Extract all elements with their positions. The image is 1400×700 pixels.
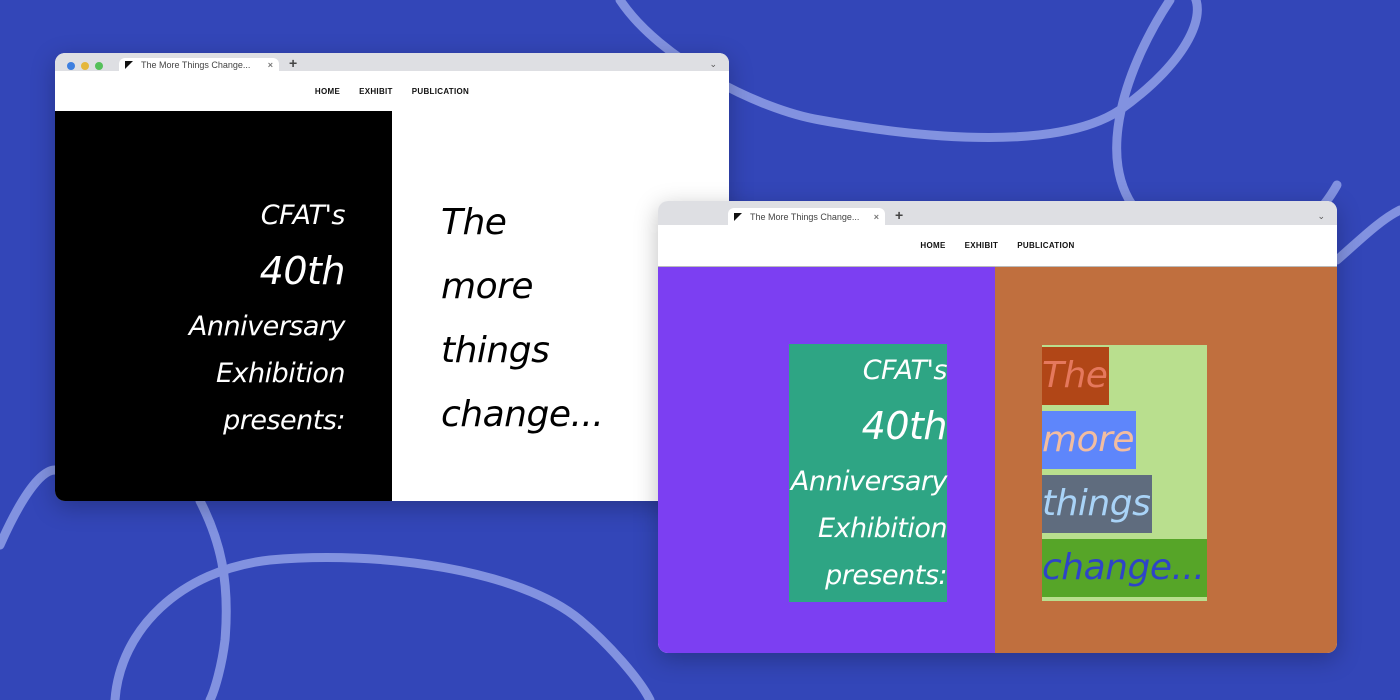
hero-left-pane: CFAT's 40th Anniversary Exhibition prese…: [658, 267, 995, 653]
chevron-down-icon[interactable]: ⌄: [709, 59, 717, 70]
close-window-button[interactable]: [67, 62, 75, 70]
tab-title: The More Things Change...: [750, 211, 860, 222]
window-controls: [67, 62, 103, 70]
minimize-window-button[interactable]: [81, 62, 89, 70]
browser-chrome: The More Things Change... × + ⌄: [658, 201, 1337, 225]
nav-home[interactable]: HOME: [920, 241, 945, 250]
browser-window-original: The More Things Change... × + ⌄ HOME EXH…: [55, 53, 729, 501]
presents-line-big: 40th: [259, 249, 346, 293]
title-line: The: [1042, 347, 1110, 405]
exhibit-title: The more things change...: [441, 191, 604, 447]
nav-home[interactable]: HOME: [315, 87, 340, 96]
presents-line: CFAT's: [260, 200, 346, 231]
presents-line: Anniversary: [790, 466, 948, 497]
close-tab-icon[interactable]: ×: [268, 60, 273, 70]
title-line: things: [441, 330, 550, 371]
maximize-window-button[interactable]: [95, 62, 103, 70]
presents-line: Exhibition: [817, 513, 948, 544]
browser-chrome: The More Things Change... × + ⌄: [55, 53, 729, 71]
browser-tab[interactable]: The More Things Change... ×: [119, 58, 279, 71]
hero-right-pane: The more things change...: [995, 267, 1337, 653]
presents-line: presents:: [825, 560, 947, 591]
title-line: change...: [1042, 539, 1207, 597]
close-tab-icon[interactable]: ×: [874, 212, 879, 222]
favicon-icon: [125, 60, 133, 69]
site-nav: HOME EXHIBIT PUBLICATION: [658, 225, 1337, 265]
hero-content: [55, 111, 729, 501]
browser-tab[interactable]: The More Things Change... ×: [728, 208, 885, 225]
browser-window-debug: The More Things Change... × + ⌄ HOME EXH…: [658, 201, 1337, 653]
chevron-down-icon[interactable]: ⌄: [1317, 211, 1325, 222]
title-line: more: [441, 266, 534, 307]
presents-line: Anniversary: [188, 311, 346, 342]
new-tab-icon[interactable]: +: [895, 207, 903, 223]
presents-text: CFAT's 40th Anniversary Exhibition prese…: [747, 347, 948, 599]
new-tab-icon[interactable]: +: [289, 55, 297, 71]
tab-title: The More Things Change...: [141, 59, 251, 70]
presents-line: presents:: [223, 405, 345, 436]
nav-exhibit[interactable]: EXHIBIT: [359, 87, 393, 96]
nav-exhibit[interactable]: EXHIBIT: [965, 241, 999, 250]
presents-line-big: 40th: [861, 404, 948, 448]
presents-text: CFAT's 40th Anniversary Exhibition prese…: [188, 192, 346, 444]
title-line: things: [1042, 475, 1153, 533]
presents-line: Exhibition: [215, 358, 346, 389]
presents-line: CFAT's: [862, 355, 948, 386]
nav-publication[interactable]: PUBLICATION: [412, 87, 469, 96]
title-line: more: [1042, 411, 1137, 469]
nav-publication[interactable]: PUBLICATION: [1017, 241, 1074, 250]
title-line: The: [441, 202, 507, 243]
hero-content: CFAT's 40th Anniversary Exhibition prese…: [658, 266, 1337, 653]
site-nav: HOME EXHIBIT PUBLICATION: [55, 71, 729, 111]
title-line: change...: [441, 394, 604, 435]
favicon-icon: [734, 212, 742, 221]
